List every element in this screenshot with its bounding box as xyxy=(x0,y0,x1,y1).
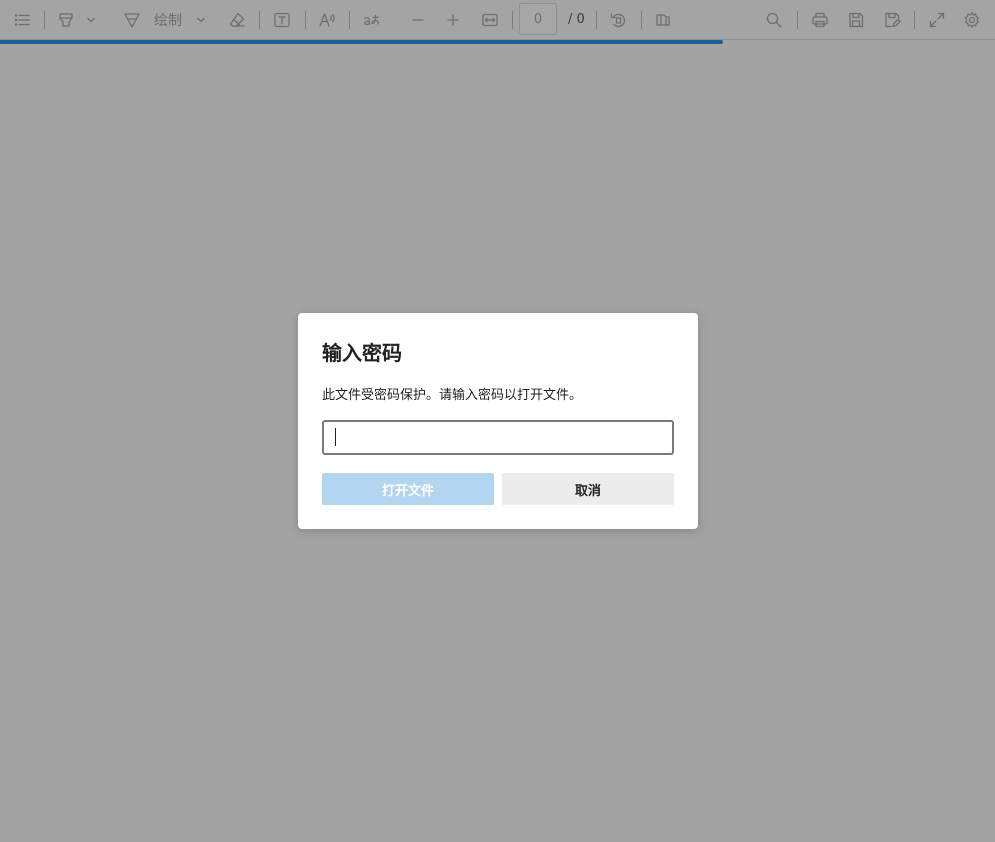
open-file-button[interactable]: 打开文件 xyxy=(322,473,494,505)
page-current: 0 xyxy=(533,11,543,27)
separator xyxy=(797,11,798,29)
zoom-in-icon[interactable] xyxy=(442,8,464,32)
separator xyxy=(596,11,597,29)
dialog-message: 此文件受密码保护。请输入密码以打开文件。 xyxy=(322,388,583,403)
separator xyxy=(512,11,513,29)
draw-button[interactable]: 绘制 xyxy=(152,8,184,32)
password-dialog: 输入密码 此文件受密码保护。请输入密码以打开文件。 打开文件 取消 xyxy=(298,313,698,529)
draw-label: 绘制 xyxy=(154,13,182,29)
separator xyxy=(305,11,306,29)
settings-icon[interactable] xyxy=(961,8,983,32)
chevron-down-icon[interactable] xyxy=(194,8,208,32)
text-box-icon[interactable] xyxy=(271,8,293,32)
separator xyxy=(914,11,915,29)
save-icon[interactable] xyxy=(845,8,867,32)
draw-icon[interactable] xyxy=(121,8,143,32)
page-view-icon[interactable] xyxy=(652,8,674,32)
read-aloud-icon[interactable] xyxy=(316,8,338,32)
list-icon[interactable] xyxy=(11,8,33,32)
rotate-icon[interactable] xyxy=(607,8,629,32)
toolbar: 绘制 0 / 0 xyxy=(0,0,995,40)
separator xyxy=(259,11,260,29)
separator xyxy=(641,11,642,29)
loading-progress-bar xyxy=(0,40,723,44)
highlighter-icon[interactable] xyxy=(55,8,77,32)
text-caret xyxy=(335,428,336,446)
zoom-out-icon[interactable] xyxy=(407,8,429,32)
eraser-icon[interactable] xyxy=(226,8,248,32)
translate-icon[interactable] xyxy=(360,8,384,32)
cancel-button[interactable]: 取消 xyxy=(502,473,674,505)
dialog-title: 输入密码 xyxy=(322,341,402,365)
page-total: / 0 xyxy=(568,12,585,27)
fit-width-icon[interactable] xyxy=(479,8,501,32)
print-icon[interactable] xyxy=(809,8,831,32)
fullscreen-icon[interactable] xyxy=(926,8,948,32)
page-number-input[interactable]: 0 xyxy=(519,3,557,35)
separator xyxy=(44,11,45,29)
chevron-down-icon[interactable] xyxy=(84,8,98,32)
password-input[interactable] xyxy=(322,420,674,455)
separator xyxy=(349,11,350,29)
save-as-icon[interactable] xyxy=(881,8,903,32)
search-icon[interactable] xyxy=(763,8,785,32)
